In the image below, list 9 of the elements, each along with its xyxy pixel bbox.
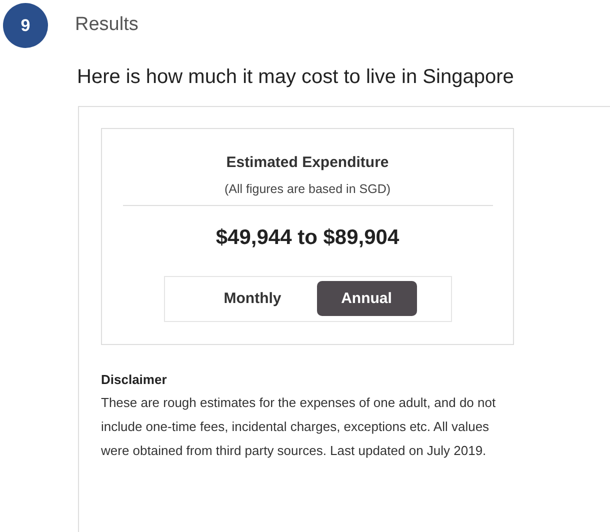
card-subtitle: (All figures are based in SGD) xyxy=(224,180,391,198)
page-heading: Here is how much it may cost to live in Singapore xyxy=(77,65,515,90)
cost-range: $49,944 to $89,904 xyxy=(216,225,400,252)
period-tab[interactable]: Annual xyxy=(316,281,416,316)
disclaimer-title: Disclaimer xyxy=(101,370,168,389)
step-label: Results xyxy=(75,13,138,38)
disclaimer-text: These are rough estimates for the expenses of one adult, and do not include one-time fees, incidental charges, exceptions etc. All values were obtained from third party sources. Last updated on July 2019. xyxy=(101,394,497,460)
card-title: Estimated Expenditure xyxy=(226,153,389,173)
step-number-badge: 9 xyxy=(3,3,48,48)
